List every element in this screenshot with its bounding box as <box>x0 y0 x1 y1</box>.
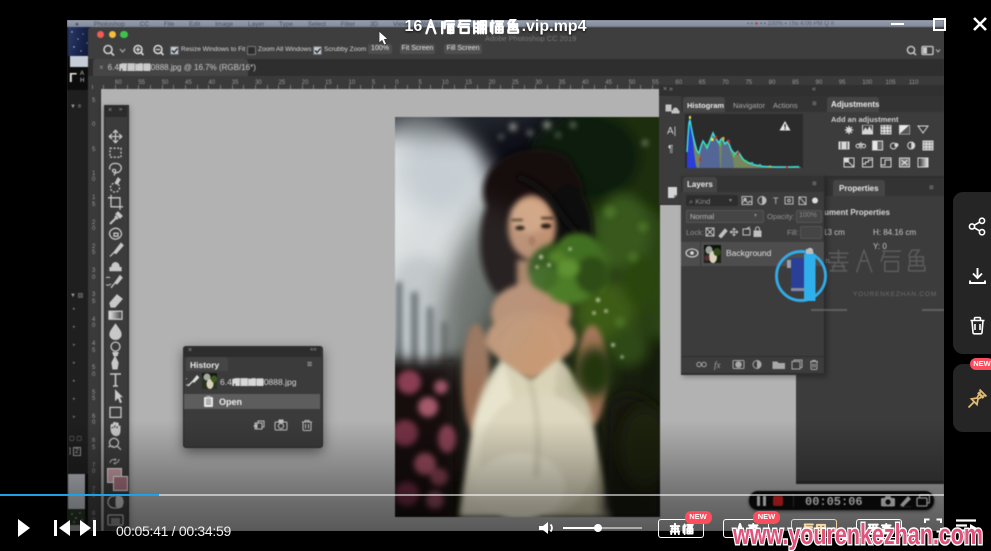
svg-text:T: T <box>773 196 779 206</box>
svg-text:¶: ¶ <box>668 144 673 155</box>
svg-text:A|: A| <box>667 126 676 137</box>
svg-text:fx: fx <box>714 360 721 370</box>
svg-text:www.yourenkezhan.com: www.yourenkezhan.com <box>732 519 983 551</box>
